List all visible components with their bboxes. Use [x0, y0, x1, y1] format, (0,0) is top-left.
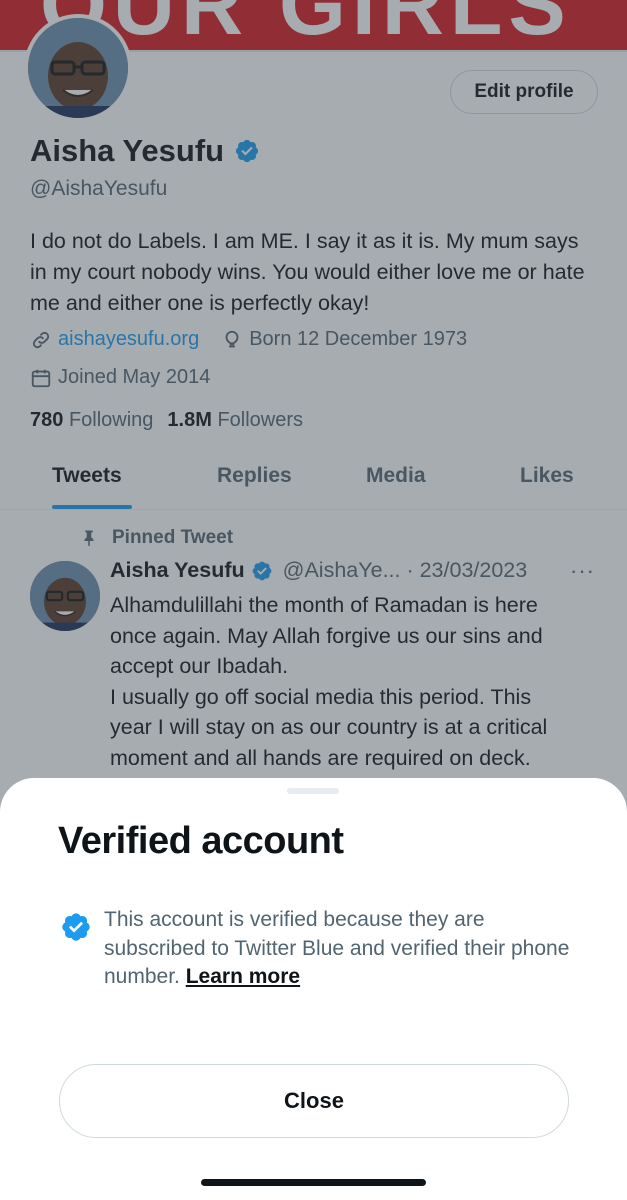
verified-account-sheet: Verified account This account is verifie…	[0, 778, 627, 1200]
sheet-description-text: This account is verified because they ar…	[104, 908, 570, 988]
close-button[interactable]: Close	[59, 1064, 569, 1138]
sheet-title: Verified account	[58, 820, 344, 862]
sheet-description: This account is verified because they ar…	[104, 906, 584, 992]
sheet-grabber[interactable]	[287, 788, 339, 794]
sheet-verified-badge-icon	[62, 913, 90, 941]
home-indicator[interactable]	[201, 1179, 426, 1186]
learn-more-link[interactable]: Learn more	[186, 965, 300, 988]
